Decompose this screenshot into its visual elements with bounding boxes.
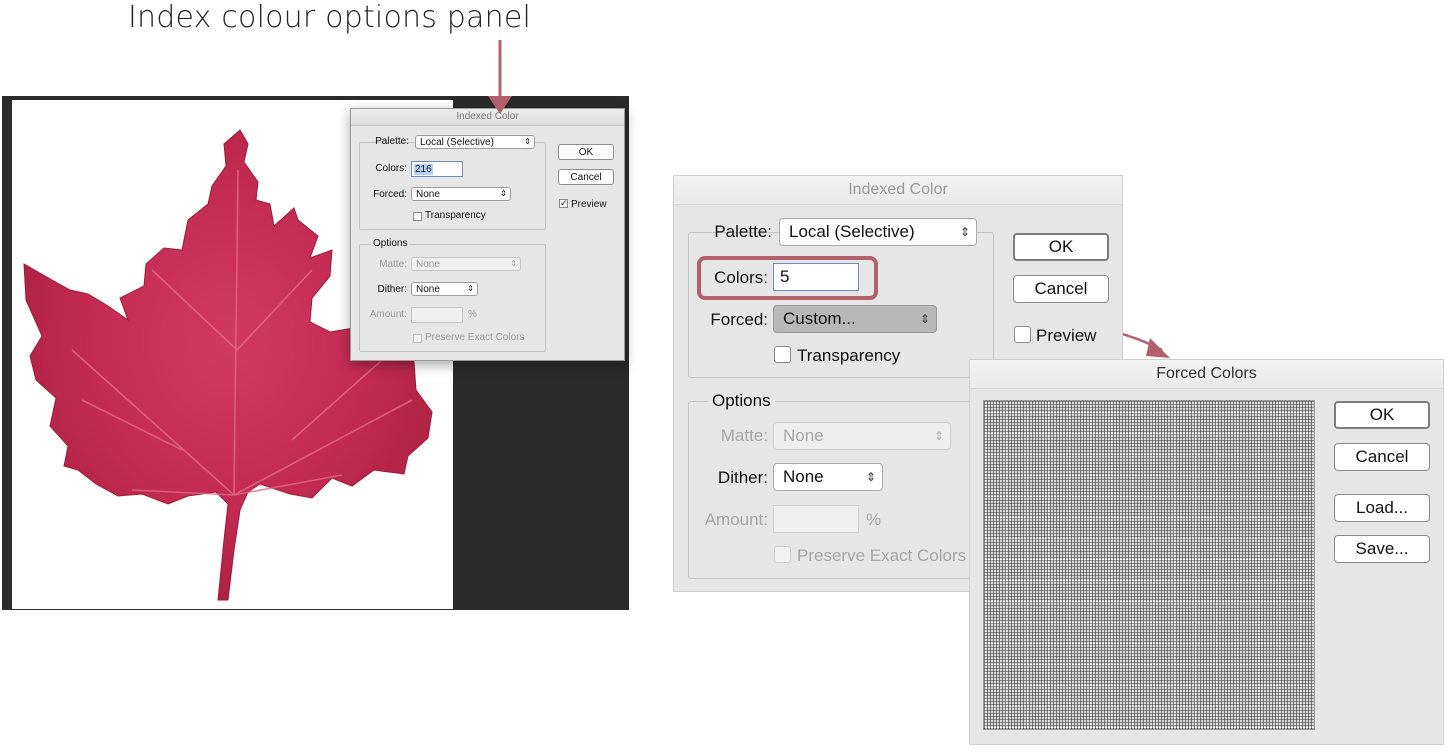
stepper-arrows-icon: ⇕: [919, 312, 930, 326]
matte-label: Matte:: [379, 259, 407, 270]
dither-label: Dither:: [377, 284, 407, 295]
ok-button[interactable]: OK: [1334, 401, 1430, 429]
save-button[interactable]: Save...: [1334, 535, 1430, 563]
palette-label: Palette:: [375, 136, 409, 147]
amount-label: Amount:: [369, 309, 407, 320]
checkmark-icon: ✓: [560, 198, 568, 208]
arrow-head-icon: [1146, 338, 1170, 358]
cancel-button[interactable]: Cancel: [558, 169, 614, 185]
matte-label: Matte:: [720, 426, 768, 445]
forced-label: Forced:: [710, 310, 768, 329]
options-legend: Options: [371, 238, 410, 249]
forced-select[interactable]: None ⇕: [411, 187, 511, 201]
preserve-exact-colors-checkbox: [413, 334, 422, 343]
cancel-button[interactable]: Cancel: [1334, 443, 1430, 471]
amount-unit: %: [468, 309, 477, 320]
preview-checkbox[interactable]: [1014, 326, 1031, 343]
dialog-title: Forced Colors: [970, 360, 1443, 389]
options-legend: Options: [708, 391, 775, 411]
color-swatch-grid[interactable]: [983, 400, 1315, 730]
stepper-arrows-icon: ⇕: [500, 189, 507, 198]
dialog-title: Indexed Color: [351, 109, 624, 126]
amount-unit: %: [866, 510, 882, 529]
amount-label: Amount:: [704, 510, 768, 529]
stepper-arrows-icon: ⇕: [467, 284, 474, 293]
matte-select: None ⇕: [411, 257, 521, 271]
transparency-label: Transparency: [797, 346, 901, 365]
dither-select[interactable]: None ⇕: [411, 282, 478, 296]
annotation-title: Index colour options panel: [128, 0, 532, 35]
amount-input: [411, 307, 463, 323]
ok-button[interactable]: OK: [1013, 233, 1109, 261]
transparency-checkbox[interactable]: [413, 212, 422, 221]
dither-label: Dither:: [717, 468, 768, 487]
palette-select[interactable]: Local (Selective) ⇕: [415, 135, 535, 149]
colors-label: Colors:: [375, 163, 407, 174]
preserve-exact-colors-label: Preserve Exact Colors: [797, 546, 967, 565]
cancel-button[interactable]: Cancel: [1013, 275, 1109, 303]
palette-select[interactable]: Local (Selective) ⇕: [779, 218, 977, 246]
indexed-color-dialog-small: Indexed Color Palette: Local (Selective)…: [350, 108, 625, 361]
stepper-arrows-icon: ⇕: [510, 259, 517, 268]
dither-select[interactable]: None ⇕: [773, 463, 883, 491]
palette-label: Palette:: [714, 222, 772, 241]
preserve-exact-colors-checkbox: [774, 546, 791, 563]
stepper-arrows-icon: ⇕: [959, 225, 970, 239]
load-button[interactable]: Load...: [1334, 494, 1430, 522]
preview-label: Preview: [1036, 326, 1097, 345]
ok-button[interactable]: OK: [558, 144, 614, 160]
amount-input: [773, 505, 859, 533]
transparency-checkbox[interactable]: [774, 346, 791, 363]
preview-checkbox[interactable]: ✓: [559, 199, 568, 208]
stepper-arrows-icon: ⇕: [933, 429, 944, 443]
forced-label: Forced:: [373, 189, 407, 200]
colors-highlight-annotation: [697, 256, 878, 300]
transparency-label: Transparency: [425, 210, 486, 221]
stepper-arrows-icon: ⇕: [865, 470, 876, 484]
matte-select: None ⇕: [773, 422, 951, 450]
stepper-arrows-icon: ⇕: [524, 137, 531, 146]
forced-select[interactable]: Custom... ⇕: [773, 305, 937, 333]
preview-label: Preview: [571, 199, 607, 210]
dialog-title: Indexed Color: [674, 176, 1122, 205]
preserve-exact-colors-label: Preserve Exact Colors: [425, 332, 525, 343]
forced-colors-dialog: Forced Colors OK Cancel Load... Save...: [969, 359, 1444, 745]
colors-input[interactable]: 216: [411, 161, 463, 177]
